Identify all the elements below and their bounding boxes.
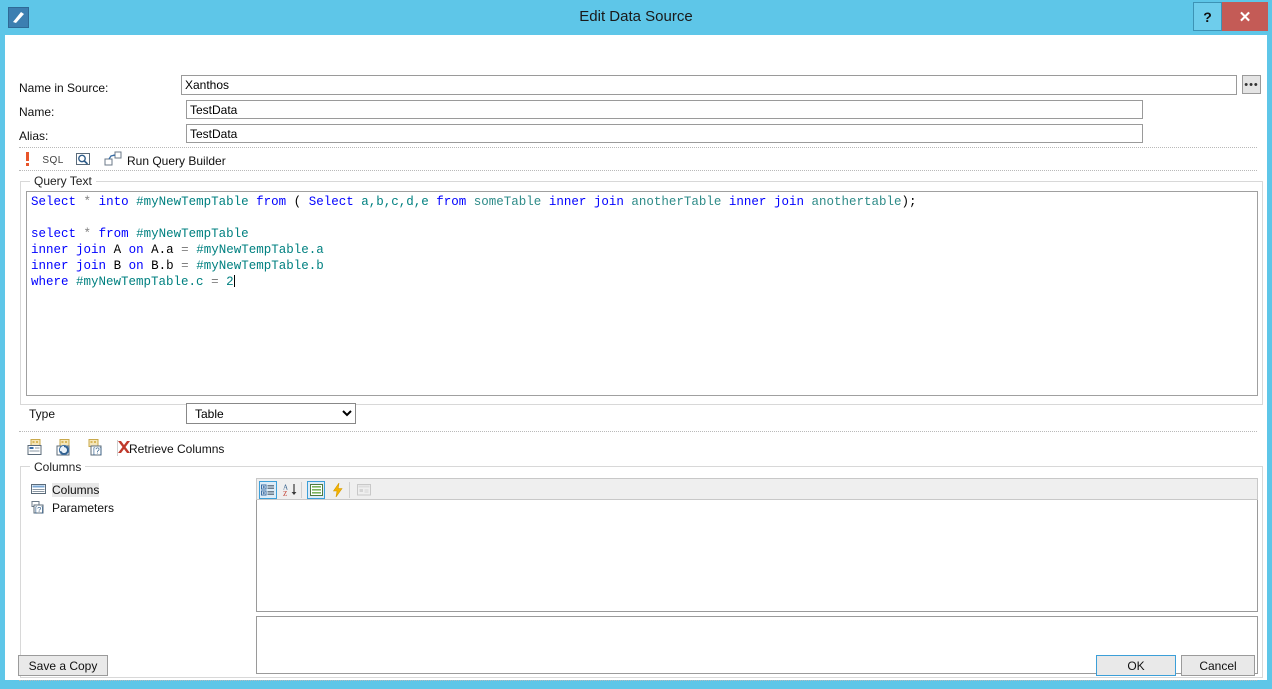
name-label: Name: bbox=[19, 105, 54, 119]
events-icon[interactable] bbox=[329, 481, 347, 499]
query-line: inner join A on A.a = #myNewTempTable.a bbox=[31, 242, 1253, 258]
type-label: Type bbox=[29, 407, 55, 421]
dialog-client-area: Name in Source: ••• Name: Alias: SQL bbox=[5, 35, 1267, 680]
browse-button[interactable]: ••• bbox=[1242, 75, 1261, 94]
parameters-icon: [?] bbox=[31, 501, 47, 515]
help-button[interactable]: ? bbox=[1193, 2, 1222, 31]
text-caret bbox=[234, 275, 235, 287]
categorized-icon[interactable] bbox=[259, 481, 277, 499]
tree-item-columns[interactable]: Columns bbox=[31, 482, 99, 498]
name-in-source-input[interactable] bbox=[181, 75, 1237, 95]
separator-top bbox=[19, 147, 1257, 149]
add-parameter-icon[interactable]: [?] bbox=[87, 439, 105, 459]
name-input[interactable] bbox=[186, 100, 1143, 119]
separator-sqlbar bbox=[19, 170, 1257, 172]
edit-data-source-dialog: Edit Data Source ? ✕ Name in Source: •••… bbox=[0, 0, 1272, 689]
svg-text:[?]: [?] bbox=[93, 447, 102, 456]
sql-toolbar: SQL bbox=[25, 151, 131, 171]
add-column-icon[interactable] bbox=[27, 439, 45, 459]
name-in-source-label: Name in Source: bbox=[19, 81, 108, 95]
query-line: where #myNewTempTable.c = 2 bbox=[31, 274, 1253, 290]
query-text-editor[interactable]: Select * into #myNewTempTable from ( Sel… bbox=[26, 191, 1258, 396]
tree-item-parameters-label: Parameters bbox=[52, 501, 114, 515]
pg-divider-2 bbox=[349, 482, 350, 498]
alias-label: Alias: bbox=[19, 129, 48, 143]
tree-item-columns-label: Columns bbox=[52, 483, 99, 497]
query-line: Select * into #myNewTempTable from ( Sel… bbox=[31, 194, 1253, 210]
columns-toolbar: [?] bbox=[27, 439, 140, 459]
query-line bbox=[31, 210, 1253, 226]
property-grid-rows[interactable] bbox=[256, 500, 1258, 612]
query-line: inner join B on B.b = #myNewTempTable.b bbox=[31, 258, 1253, 274]
retrieve-columns-button[interactable]: Retrieve Columns bbox=[129, 442, 224, 456]
svg-text:Z: Z bbox=[283, 490, 287, 497]
pg-divider-1 bbox=[301, 482, 302, 498]
toolbar-divider bbox=[117, 440, 118, 456]
close-button[interactable]: ✕ bbox=[1222, 2, 1268, 31]
property-grid-toolbar: A Z bbox=[256, 478, 1258, 500]
columns-table-icon bbox=[31, 483, 47, 497]
exclamation-icon[interactable] bbox=[25, 151, 31, 170]
ok-button[interactable]: OK bbox=[1096, 655, 1176, 676]
title-bar: Edit Data Source ? ✕ bbox=[0, 0, 1272, 35]
alias-input[interactable] bbox=[186, 124, 1143, 143]
query-builder-icon[interactable] bbox=[104, 151, 123, 170]
run-query-builder-button[interactable]: Run Query Builder bbox=[127, 154, 226, 168]
property-grid: A Z bbox=[256, 478, 1258, 674]
save-a-copy-button[interactable]: Save a Copy bbox=[18, 655, 108, 676]
svg-text:[?]: [?] bbox=[35, 505, 43, 514]
columns-tree[interactable]: Columns [?] Parameters bbox=[27, 478, 252, 673]
refresh-columns-icon[interactable] bbox=[56, 439, 75, 459]
separator-type bbox=[19, 431, 1257, 433]
separator-footer bbox=[19, 680, 1257, 682]
property-pages-icon[interactable] bbox=[355, 481, 373, 499]
tree-item-parameters[interactable]: [?] Parameters bbox=[31, 500, 114, 516]
window-title: Edit Data Source bbox=[0, 8, 1272, 25]
type-select[interactable]: TableViewStored ProcedureText bbox=[186, 403, 356, 424]
query-text-legend: Query Text bbox=[30, 174, 96, 188]
cancel-button[interactable]: Cancel bbox=[1181, 655, 1255, 676]
sql-icon[interactable]: SQL bbox=[42, 155, 64, 166]
alphabetical-sort-icon[interactable]: A Z bbox=[281, 481, 299, 499]
query-line: select * from #myNewTempTable bbox=[31, 226, 1253, 242]
properties-icon[interactable] bbox=[307, 481, 325, 499]
preview-query-icon[interactable] bbox=[75, 151, 92, 170]
columns-legend: Columns bbox=[30, 460, 85, 474]
